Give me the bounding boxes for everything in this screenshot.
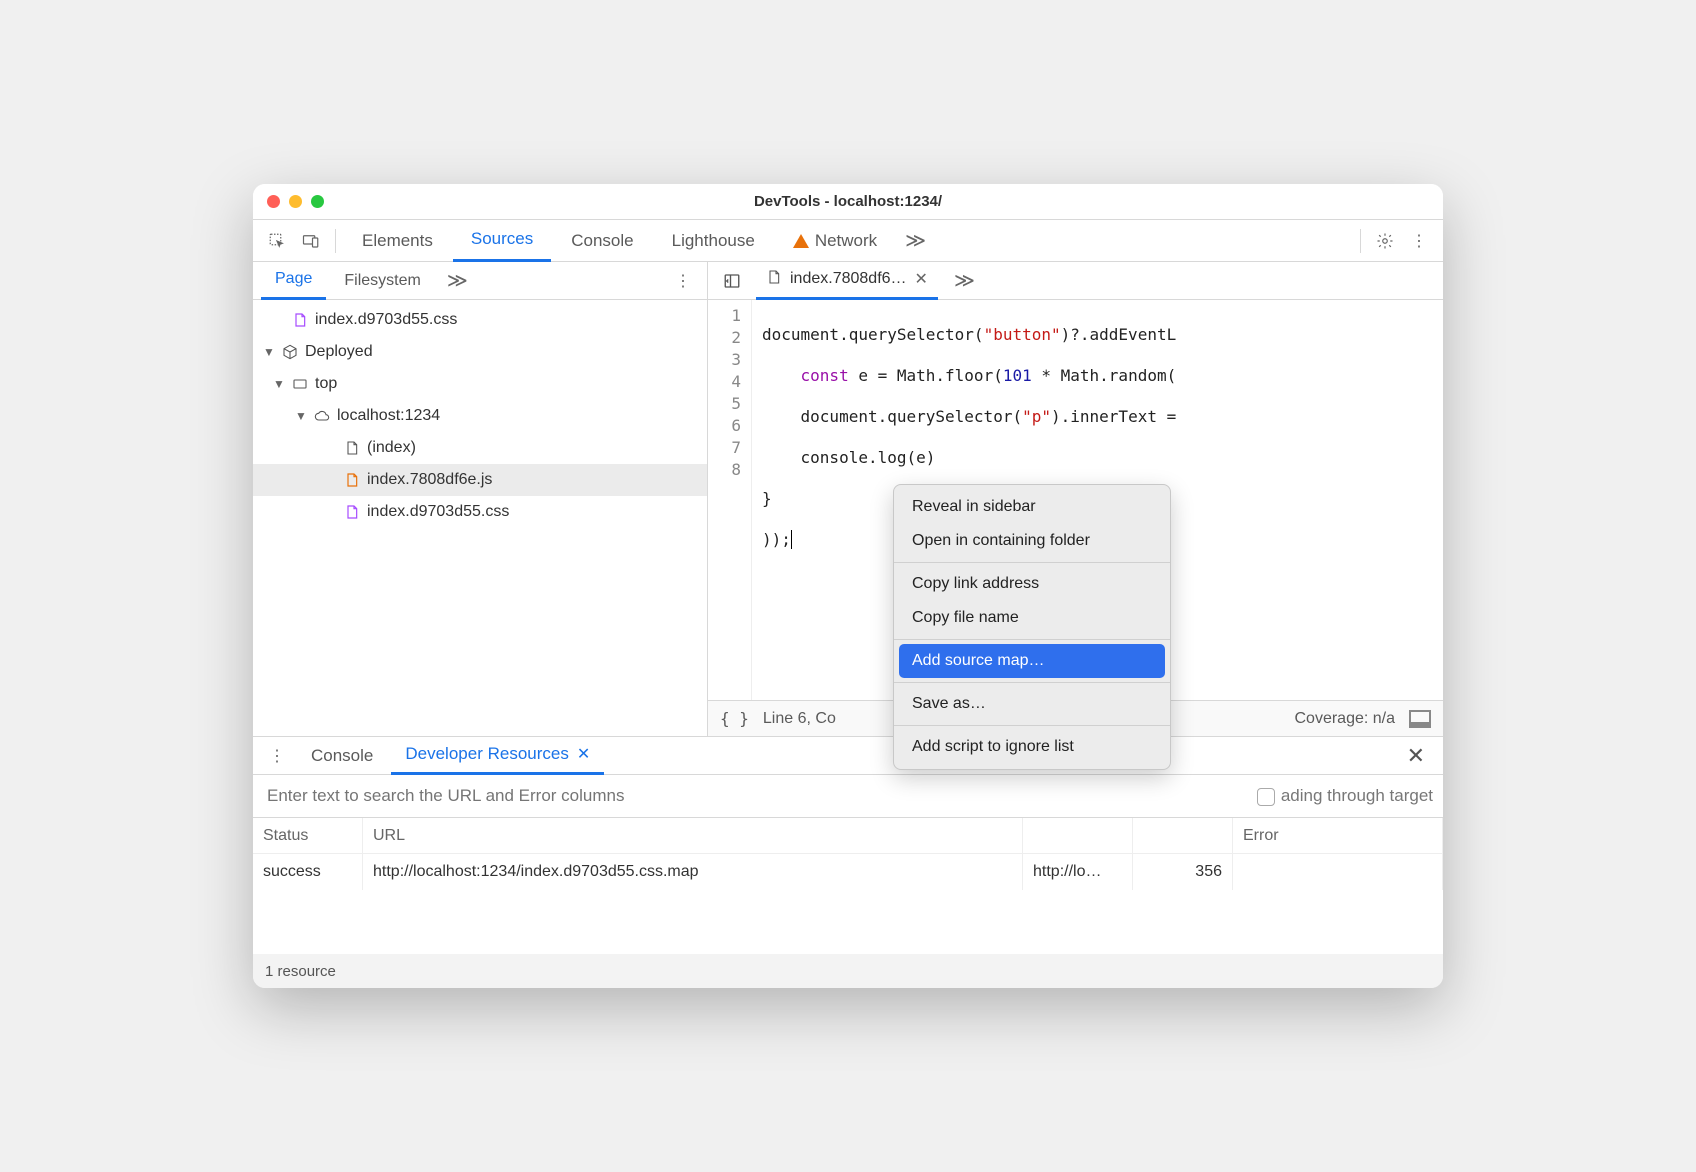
subtab-filesystem[interactable]: Filesystem <box>330 262 434 300</box>
tab-sources[interactable]: Sources <box>453 220 551 262</box>
drawer-tab-console[interactable]: Console <box>297 737 387 775</box>
drawer-search-row: ading through target <box>253 775 1443 817</box>
document-icon <box>343 439 361 457</box>
load-through-target-option[interactable]: ading through target <box>1257 786 1433 806</box>
file-tree: index.d9703d55.css ▼ Deployed ▼ top ▼ lo… <box>253 300 707 736</box>
divider <box>894 562 1170 563</box>
drawer-footer: 1 resource <box>253 954 1443 988</box>
tabs-overflow[interactable]: ≫ <box>897 228 934 253</box>
js-file-icon <box>343 471 361 489</box>
cube-icon <box>281 343 299 361</box>
minimize-window[interactable] <box>289 195 302 208</box>
close-drawer-icon[interactable]: ✕ <box>1397 743 1435 769</box>
window-title: DevTools - localhost:1234/ <box>253 193 1443 210</box>
css-file-icon <box>343 503 361 521</box>
warning-icon <box>793 234 809 248</box>
subtab-page[interactable]: Page <box>261 262 326 300</box>
close-drawer-tab-icon[interactable]: ✕ <box>577 744 590 764</box>
tree-index[interactable]: (index) <box>253 432 707 464</box>
navigator-tabs: Page Filesystem ≫ ⋮ <box>253 262 707 300</box>
ctx-reveal-sidebar[interactable]: Reveal in sidebar <box>894 490 1170 524</box>
tab-lighthouse[interactable]: Lighthouse <box>654 220 773 262</box>
toggle-navigator-icon[interactable] <box>716 265 748 297</box>
table-header: Status URL Error <box>253 818 1443 854</box>
tree-css-file[interactable]: index.d9703d55.css <box>253 496 707 528</box>
main-tab-bar: Elements Sources Console Lighthouse Netw… <box>253 220 1443 262</box>
table-row[interactable]: success http://localhost:1234/index.d970… <box>253 854 1443 890</box>
drawer-menu-icon[interactable]: ⋮ <box>261 740 293 772</box>
col-size[interactable] <box>1133 818 1233 853</box>
drawer-tab-bar: ⋮ Console Developer Resources ✕ ✕ <box>253 737 1443 775</box>
divider <box>894 725 1170 726</box>
ctx-open-folder[interactable]: Open in containing folder <box>894 524 1170 558</box>
divider <box>894 639 1170 640</box>
tab-console[interactable]: Console <box>553 220 651 262</box>
tab-elements[interactable]: Elements <box>344 220 451 262</box>
line-gutter: 12345678 <box>708 300 752 700</box>
context-menu: Reveal in sidebar Open in containing fol… <box>893 484 1171 770</box>
navigator-menu-icon[interactable]: ⋮ <box>667 265 699 297</box>
ctx-add-source-map[interactable]: Add source map… <box>899 644 1165 678</box>
settings-icon[interactable] <box>1369 225 1401 257</box>
toggle-panel-icon[interactable] <box>1409 710 1431 728</box>
drawer-tab-developer-resources[interactable]: Developer Resources ✕ <box>391 737 604 775</box>
css-file-icon <box>291 311 309 329</box>
pretty-print-icon[interactable]: { } <box>720 709 749 728</box>
divider <box>894 682 1170 683</box>
tree-top[interactable]: ▼ top <box>253 368 707 400</box>
cursor-position: Line 6, Co <box>763 710 836 728</box>
file-tab[interactable]: index.7808df6… ✕ <box>756 262 938 300</box>
col-error[interactable]: Error <box>1233 818 1443 853</box>
frame-icon <box>291 375 309 393</box>
drawer-panel: ⋮ Console Developer Resources ✕ ✕ ading … <box>253 736 1443 988</box>
cloud-icon <box>313 407 331 425</box>
body-split: Page Filesystem ≫ ⋮ index.d9703d55.css ▼… <box>253 262 1443 736</box>
file-tabs-overflow[interactable]: ≫ <box>946 268 983 293</box>
devtools-window: DevTools - localhost:1234/ Elements Sour… <box>253 184 1443 988</box>
inspect-icon[interactable] <box>261 225 293 257</box>
ctx-copy-link[interactable]: Copy link address <box>894 567 1170 601</box>
editor-tab-bar: index.7808df6… ✕ ≫ <box>708 262 1443 300</box>
col-status[interactable]: Status <box>253 818 363 853</box>
table-row <box>253 890 1443 954</box>
tree-file-css[interactable]: index.d9703d55.css <box>253 304 707 336</box>
coverage-label: Coverage: n/a <box>1294 710 1395 728</box>
subtab-overflow[interactable]: ≫ <box>439 268 476 293</box>
close-window[interactable] <box>267 195 280 208</box>
kebab-menu-icon[interactable]: ⋮ <box>1403 225 1435 257</box>
tab-network[interactable]: Network <box>775 220 895 262</box>
tree-deployed[interactable]: ▼ Deployed <box>253 336 707 368</box>
search-input[interactable] <box>263 780 1239 812</box>
window-controls <box>253 195 324 208</box>
ctx-save-as[interactable]: Save as… <box>894 687 1170 721</box>
divider <box>1360 229 1361 253</box>
checkbox-icon[interactable] <box>1257 788 1275 806</box>
close-tab-icon[interactable]: ✕ <box>915 269 928 289</box>
ctx-ignore-list[interactable]: Add script to ignore list <box>894 730 1170 764</box>
col-initiator[interactable] <box>1023 818 1133 853</box>
titlebar: DevTools - localhost:1234/ <box>253 184 1443 220</box>
tree-host[interactable]: ▼ localhost:1234 <box>253 400 707 432</box>
navigator-panel: Page Filesystem ≫ ⋮ index.d9703d55.css ▼… <box>253 262 708 736</box>
tree-js-file[interactable]: index.7808df6e.js <box>253 464 707 496</box>
zoom-window[interactable] <box>311 195 324 208</box>
col-url[interactable]: URL <box>363 818 1023 853</box>
file-icon <box>766 269 782 290</box>
device-toolbar-icon[interactable] <box>295 225 327 257</box>
ctx-copy-filename[interactable]: Copy file name <box>894 601 1170 635</box>
divider <box>335 229 336 253</box>
resources-table: Status URL Error success http://localhos… <box>253 817 1443 954</box>
